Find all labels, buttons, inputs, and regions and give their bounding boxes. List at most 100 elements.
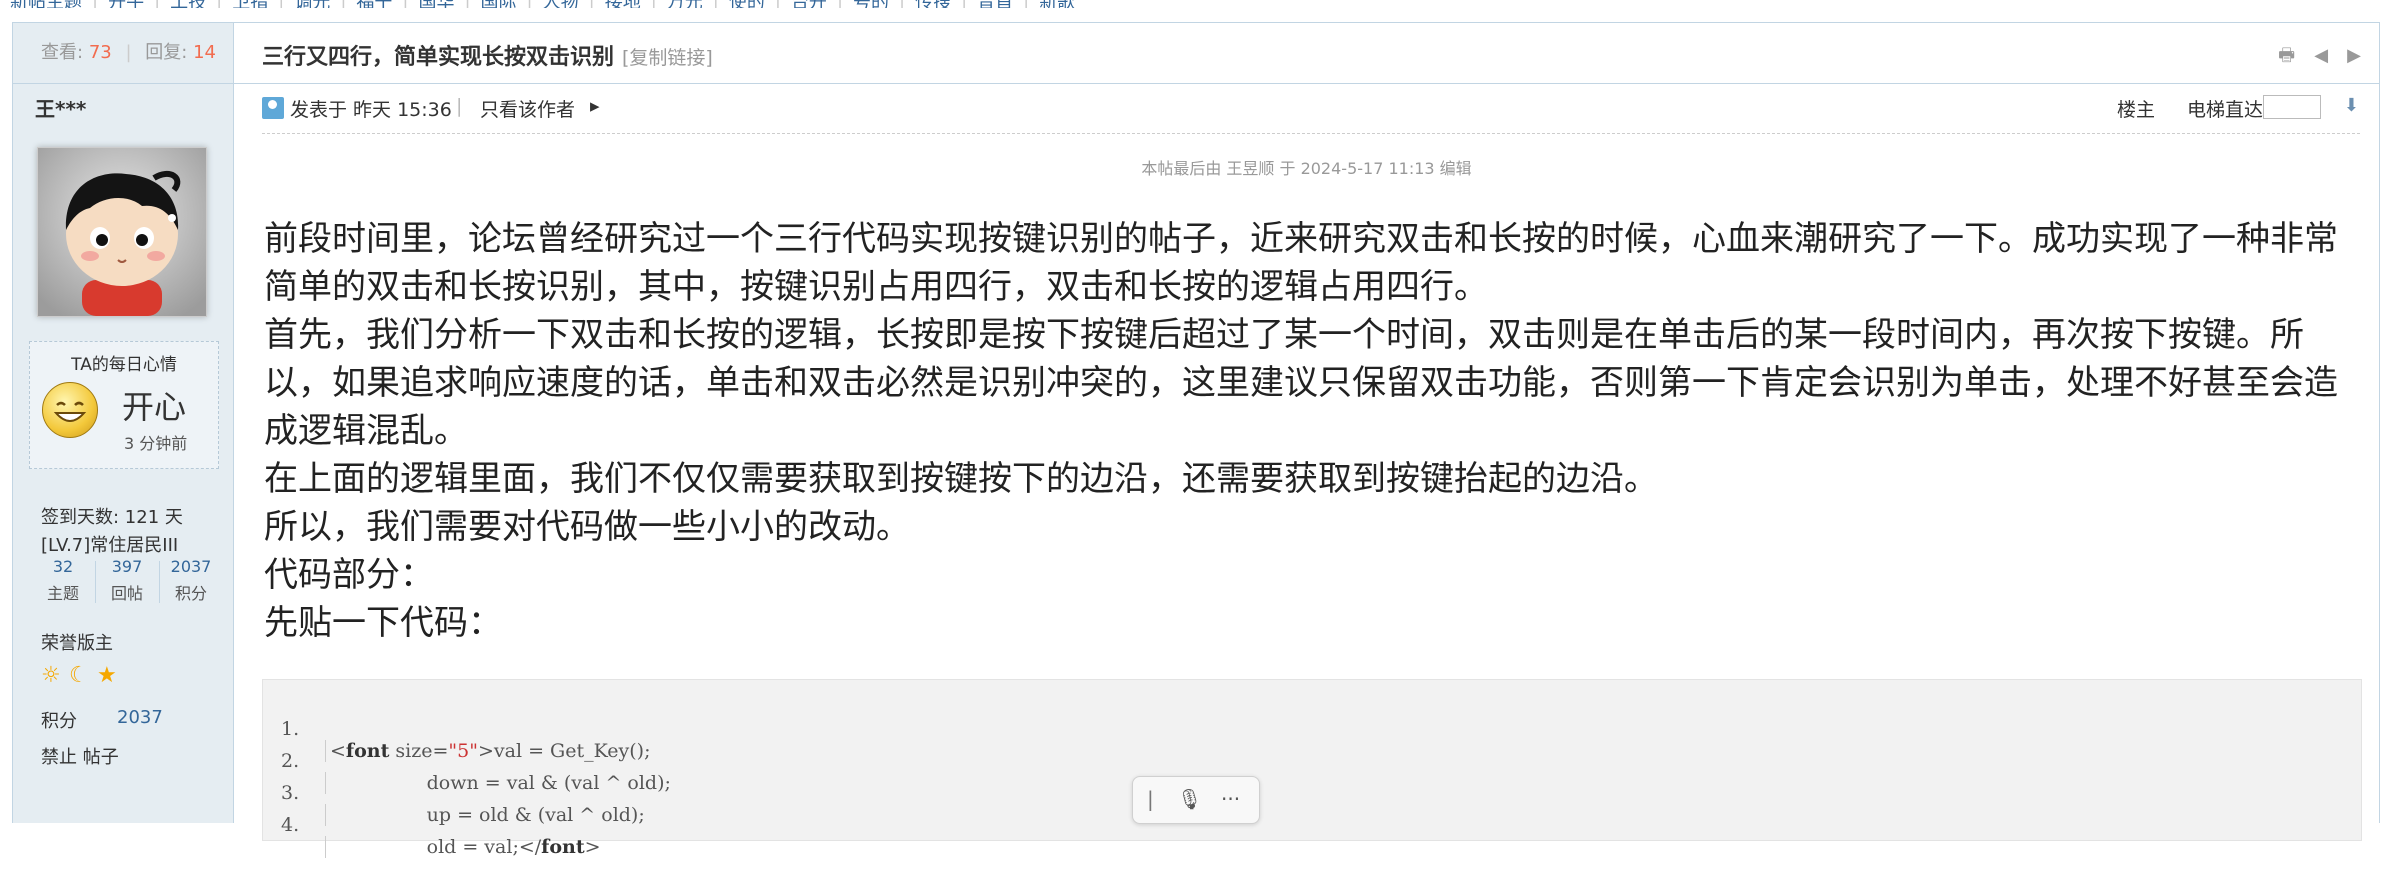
info-separator: | <box>456 95 463 117</box>
nav-separator: | <box>527 0 533 8</box>
thread-tools: 🖶 ◀ ▶ <box>2264 43 2361 73</box>
stats-divider: | <box>125 42 132 63</box>
thread-title: 三行又四行，简单实现长按双击识别 <box>262 45 615 70</box>
code-token: font <box>345 740 390 762</box>
nav-link[interactable]: 国华 <box>418 0 454 8</box>
nav-separator: | <box>837 0 843 8</box>
go-down-icon[interactable]: ⬇ <box>2344 95 2359 116</box>
nav-link[interactable]: 号的 <box>853 0 889 8</box>
count-replies[interactable]: 397 回帖 <box>97 557 157 604</box>
top-nav-links[interactable]: 新帖主题 | 开牛 | 工技 | 卫指 | 调光 | 福干 | 国华 | 国际 | 人物 | 接地 | 万元 | 使的 | 台开… <box>10 0 1085 8</box>
code-token: font <box>541 836 585 858</box>
avatar[interactable] <box>37 147 207 317</box>
code-line: 4. old = val;</font> <box>263 792 601 858</box>
code-line: 1. <font size="5">val = Get_Key(); <box>263 696 651 762</box>
nav-link[interactable]: 传搜 <box>915 0 951 8</box>
nav-link[interactable]: 工技 <box>170 0 206 8</box>
content-paragraph: 前段时间里，论坛曾经研究过一个三行代码实现按键识别的帖子，近来研究双击和长按的时… <box>264 219 2338 307</box>
code-token: >val = Get_Key(); <box>477 740 651 762</box>
points-value[interactable]: 2037 <box>117 707 163 728</box>
mood-time: 3 分钟前 <box>124 434 188 453</box>
print-icon[interactable]: 🖶 <box>2278 43 2295 73</box>
prev-thread-icon[interactable]: ◀ <box>2314 45 2328 66</box>
nav-separator: | <box>899 0 905 8</box>
author-name[interactable]: 王*** <box>35 93 86 122</box>
text-cursor-icon[interactable]: | <box>1147 787 1154 811</box>
thread-title-bar: 三行又四行，简单实现长按双击识别 [复制链接] 🖶 ◀ ▶ <box>234 23 2379 84</box>
post-time: 发表于 昨天 15:36 <box>290 99 452 121</box>
code-line: 3. up = old & (val ^ old); <box>263 760 645 826</box>
divider <box>95 561 96 603</box>
code-token: "5" <box>448 740 478 762</box>
content-paragraph: 在上面的逻辑里面，我们不仅仅需要获取到按键按下的边沿，还需要获取到按键抬起的边沿… <box>264 459 1658 499</box>
nav-link[interactable]: 调光 <box>294 0 330 8</box>
nav-link[interactable]: 开牛 <box>108 0 144 8</box>
post-main: 三行又四行，简单实现长按双击识别 [复制链接] 🖶 ◀ ▶ 发表于 昨天 15:… <box>234 23 2379 858</box>
nav-link[interactable]: 音首 <box>977 0 1013 8</box>
nav-link[interactable]: 人物 <box>543 0 579 8</box>
replies-count: 14 <box>193 42 216 63</box>
user-counts: 32 主题 397 回帖 2037 积分 <box>33 557 219 609</box>
daily-mood: TA的每日心情 开心 3 分钟前 <box>29 341 219 469</box>
honor-title: 荣誉版主 <box>41 633 113 654</box>
count-value: 397 <box>111 557 143 576</box>
content-paragraph: 所以，我们需要对代码做一些小小的改动。 <box>264 507 910 547</box>
ban-post-link[interactable]: 禁止 帖子 <box>41 743 119 769</box>
code-token: < <box>330 740 346 762</box>
nav-separator: | <box>464 0 470 8</box>
count-label: 主题 <box>46 584 79 603</box>
elevator-input[interactable] <box>2263 95 2321 119</box>
nav-link[interactable]: 新帖主题 <box>10 0 82 8</box>
only-author-link[interactable]: 只看该作者 <box>480 95 575 122</box>
code-block[interactable]: 1. <font size="5">val = Get_Key(); 2. do… <box>262 679 2362 858</box>
divider <box>159 561 160 603</box>
nav-link[interactable]: 国际 <box>481 0 517 8</box>
nav-link[interactable]: 新歌 <box>1039 0 1075 8</box>
count-value: 2037 <box>170 557 212 576</box>
count-topics[interactable]: 32 主题 <box>33 557 93 604</box>
next-thread-icon[interactable]: ▶ <box>2347 45 2361 66</box>
replies-label: 回复: <box>145 42 188 63</box>
more-icon[interactable]: ··· <box>1221 787 1240 811</box>
code-token: old = val;</ <box>330 836 542 858</box>
nav-separator: | <box>340 0 346 8</box>
star-icon: ★ <box>97 663 117 688</box>
nav-separator: | <box>154 0 160 8</box>
content-paragraph: 代码部分： <box>264 555 434 595</box>
nav-separator: | <box>216 0 222 8</box>
nav-link[interactable]: 接地 <box>605 0 641 8</box>
divider <box>262 133 2360 134</box>
code-token: > <box>584 836 601 858</box>
nav-separator: | <box>651 0 657 8</box>
happy-face-icon <box>42 382 98 438</box>
nav-separator: | <box>589 0 595 8</box>
count-value: 32 <box>52 557 74 576</box>
floating-toolbar: | 🎙 ··· <box>1132 776 1260 824</box>
nav-link[interactable]: 台开 <box>791 0 827 8</box>
count-points[interactable]: 2037 积分 <box>161 557 221 604</box>
top-nav: 新帖主题 | 开牛 | 工技 | 卫指 | 调光 | 福干 | 国华 | 国际 | 人物 | 接地 | 万元 | 使的 | 台开… <box>0 0 2400 8</box>
code-text: up = old & (val ^ old); <box>325 804 645 826</box>
user-level[interactable]: [LV.7]常住居民III <box>41 531 178 557</box>
nav-link[interactable]: 万元 <box>667 0 703 8</box>
author-sidebar: 查看: 73 | 回复: 14 王*** TA的每日心情 开心 3 分钟前 签到… <box>13 23 234 823</box>
avatar-image <box>38 148 206 316</box>
floor-owner: 楼主 <box>2116 99 2155 121</box>
nav-link[interactable]: 使的 <box>729 0 765 8</box>
thread-stats: 查看: 73 | 回复: 14 <box>13 23 233 84</box>
count-label: 回帖 <box>110 584 143 603</box>
user-online-icon <box>262 97 284 119</box>
points-label: 积分 <box>41 711 77 732</box>
views-label: 查看: <box>41 42 84 63</box>
code-text: old = val;</font> <box>325 836 601 858</box>
nav-link[interactable]: 福干 <box>356 0 392 8</box>
nav-link[interactable]: 卫指 <box>232 0 268 8</box>
copy-link[interactable]: [复制链接] <box>622 43 713 70</box>
nav-separator: | <box>713 0 719 8</box>
moon-icon: ☾ <box>69 663 89 688</box>
code-text: down = val & (val ^ old); <box>325 772 671 794</box>
nav-separator: | <box>775 0 781 8</box>
post-content: 前段时间里，论坛曾经研究过一个三行代码实现按键识别的帖子，近来研究双击和长按的时… <box>264 215 2364 647</box>
microphone-icon[interactable]: 🎙 <box>1177 787 1202 811</box>
caret-right-icon: ▸ <box>590 95 600 117</box>
